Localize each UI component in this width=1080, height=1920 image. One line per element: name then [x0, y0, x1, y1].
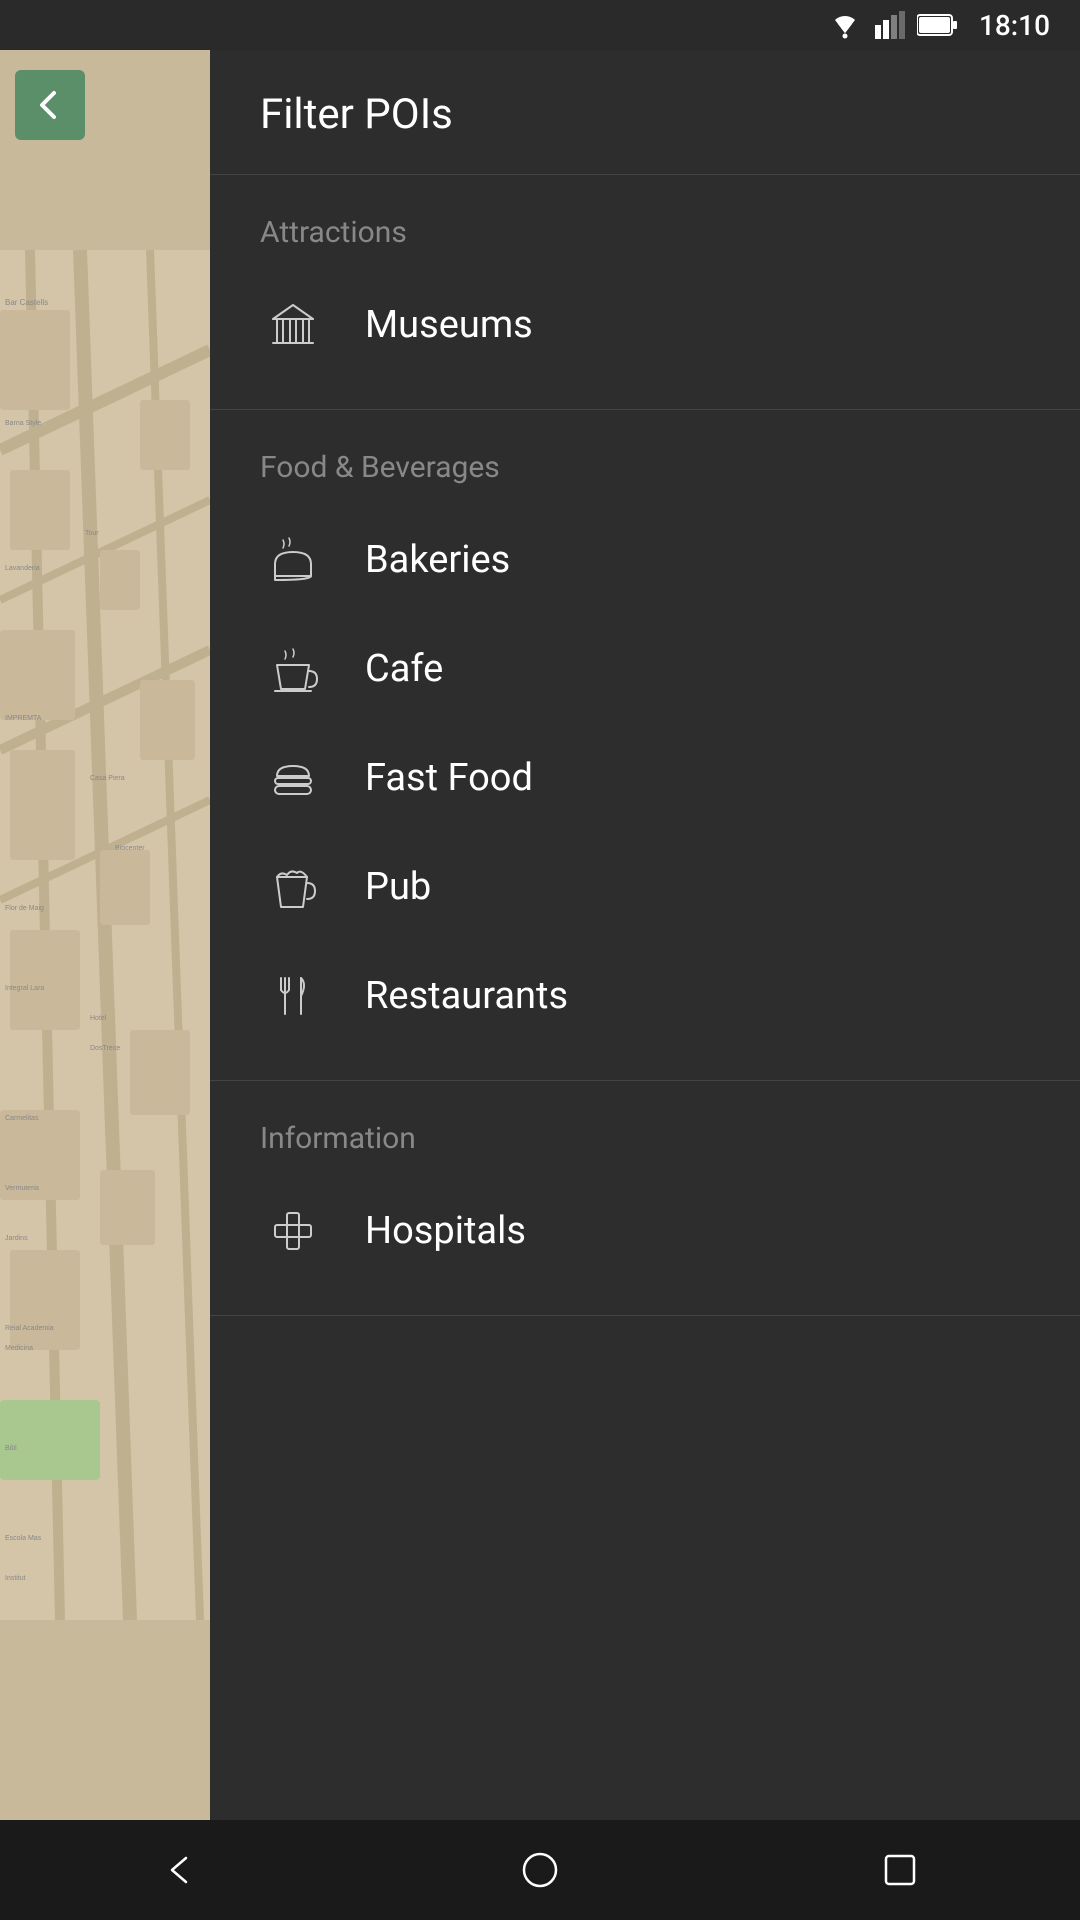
- filter-header: Filter POIs: [210, 50, 1080, 175]
- nav-recent-button[interactable]: [870, 1840, 930, 1900]
- pub-icon: [260, 854, 325, 919]
- svg-text:Escola Mas: Escola Mas: [5, 1535, 42, 1542]
- bakeries-label: Bakeries: [365, 538, 510, 582]
- svg-text:Flor de Maig: Flor de Maig: [5, 905, 44, 912]
- svg-text:Jardins: Jardins: [5, 1235, 28, 1242]
- section-title-information: Information: [210, 1111, 1080, 1176]
- svg-text:Reial Academia: Reial Academia: [5, 1325, 54, 1332]
- map-background: Bar Castells Barna Style Lavanderia Tour…: [0, 50, 210, 1820]
- svg-text:Biocenter: Biocenter: [115, 845, 145, 852]
- nav-back-icon: [160, 1850, 200, 1890]
- svg-text:Vermuteria: Vermuteria: [5, 1185, 39, 1192]
- section-food-beverages: Food & Beverages Bakeries: [210, 410, 1080, 1081]
- section-title-food: Food & Beverages: [210, 440, 1080, 505]
- menu-item-bakeries[interactable]: Bakeries: [210, 505, 1080, 614]
- restaurant-icon: [260, 963, 325, 1028]
- status-time: 18:10: [979, 9, 1050, 42]
- svg-text:Carmelitas: Carmelitas: [5, 1115, 39, 1122]
- bakery-icon: [260, 527, 325, 592]
- menu-item-restaurants[interactable]: Restaurants: [210, 941, 1080, 1050]
- back-button[interactable]: [15, 70, 85, 140]
- nav-home-button[interactable]: [510, 1840, 570, 1900]
- nav-back-button[interactable]: [150, 1840, 210, 1900]
- menu-item-fast-food[interactable]: Fast Food: [210, 723, 1080, 832]
- cafe-icon: [260, 636, 325, 701]
- filter-title: Filter POIs: [260, 90, 1030, 139]
- menu-item-museums[interactable]: Museums: [210, 270, 1080, 379]
- signal-icon: [875, 11, 905, 39]
- section-title-attractions: Attractions: [210, 205, 1080, 270]
- nav-bar: [0, 1820, 1080, 1920]
- nav-home-icon: [518, 1848, 562, 1892]
- wifi-icon: [827, 11, 863, 39]
- menu-item-hospitals[interactable]: Hospitals: [210, 1176, 1080, 1285]
- svg-text:Institut: Institut: [5, 1575, 26, 1582]
- nav-recent-icon: [880, 1850, 920, 1890]
- svg-text:Lavanderia: Lavanderia: [5, 565, 40, 572]
- fastfood-icon: [260, 745, 325, 810]
- svg-text:Integral Lara: Integral Lara: [5, 985, 44, 992]
- svg-text:Bar Castells: Bar Castells: [5, 298, 48, 307]
- svg-text:Tour: Tour: [85, 530, 99, 537]
- battery-icon: [917, 13, 957, 37]
- map-panel: Bar Castells Barna Style Lavanderia Tour…: [0, 50, 210, 1820]
- svg-text:Medicina: Medicina: [5, 1345, 33, 1352]
- section-information: Information Hospitals: [210, 1081, 1080, 1316]
- cafe-label: Cafe: [365, 647, 443, 691]
- menu-item-cafe[interactable]: Cafe: [210, 614, 1080, 723]
- svg-text:IMPREMTA: IMPREMTA: [5, 715, 42, 722]
- hospital-icon: [260, 1198, 325, 1263]
- section-attractions: Attractions Museums: [210, 175, 1080, 410]
- museum-label: Museums: [365, 303, 533, 347]
- status-bar: 18:10: [0, 0, 1080, 50]
- back-arrow-icon: [32, 87, 68, 123]
- svg-text:Casa Piera: Casa Piera: [90, 775, 125, 782]
- menu-item-pub[interactable]: Pub: [210, 832, 1080, 941]
- hospitals-label: Hospitals: [365, 1209, 526, 1253]
- svg-text:DosTrece: DosTrece: [90, 1045, 120, 1052]
- svg-text:Barna Style: Barna Style: [5, 420, 41, 427]
- svg-text:Hotel: Hotel: [90, 1015, 107, 1022]
- fastfood-label: Fast Food: [365, 756, 533, 800]
- filter-panel: Filter POIs Attractions Museums: [210, 50, 1080, 1820]
- restaurants-label: Restaurants: [365, 974, 568, 1018]
- main-container: Bar Castells Barna Style Lavanderia Tour…: [0, 50, 1080, 1820]
- svg-text:Bibl: Bibl: [5, 1445, 17, 1452]
- pub-label: Pub: [365, 865, 431, 909]
- status-icons: 18:10: [827, 9, 1050, 42]
- museum-icon: [260, 292, 325, 357]
